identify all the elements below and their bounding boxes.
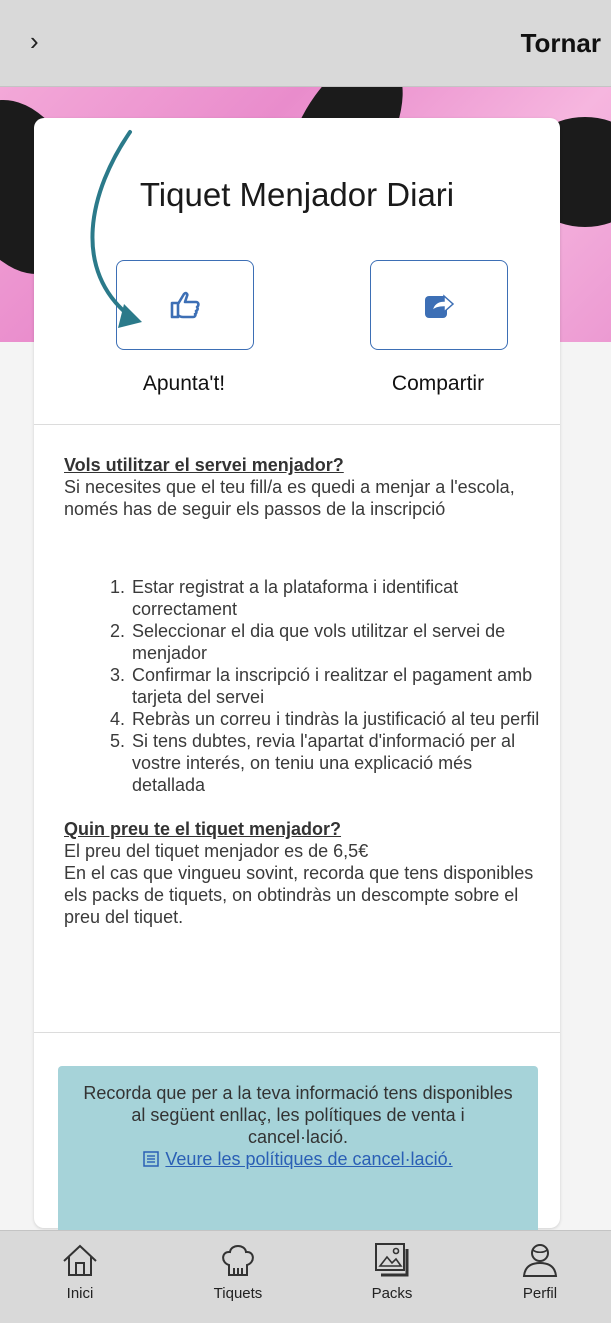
- info-section: Vols utilitzar el servei menjador? Si ne…: [64, 454, 544, 928]
- top-bar: › Tornar: [0, 0, 611, 87]
- notice-text: Recorda que per a la teva informació ten…: [83, 1083, 513, 1147]
- list-item: Estar registrat a la plataforma i identi…: [130, 576, 544, 620]
- divider: [34, 1032, 560, 1033]
- share-icon: [425, 294, 455, 318]
- question-heading: Vols utilitzar el servei menjador?: [64, 455, 344, 475]
- signup-button[interactable]: [116, 260, 254, 350]
- bottom-nav: Inici Tiquets Packs Perfil: [0, 1230, 611, 1323]
- nav-item-perfil[interactable]: Perfil: [480, 1241, 600, 1302]
- divider: [34, 424, 560, 425]
- price-text: El preu del tiquet menjador es de 6,5€: [64, 841, 369, 861]
- list-item: Seleccionar el dia que vols utilitzar el…: [130, 620, 544, 664]
- list-item: Rebràs un correu i tindràs la justificac…: [130, 708, 544, 730]
- home-icon: [63, 1244, 97, 1276]
- intro-paragraph: Si necesites que el teu fill/a es quedi …: [64, 477, 515, 519]
- product-card: Tiquet Menjador Diari Apunta't! Comparti…: [34, 118, 560, 1238]
- nav-item-tiquets[interactable]: Tiquets: [178, 1241, 298, 1302]
- page-title: Tiquet Menjador Diari: [139, 176, 455, 213]
- list-item: Si tens dubtes, revia l'apartat d'inform…: [130, 730, 544, 796]
- link-label: Veure les polítiques de cancel·lació.: [165, 1149, 453, 1169]
- document-icon: [143, 1151, 160, 1167]
- nav-label: Inici: [66, 1285, 94, 1302]
- share-label: Compartir: [391, 372, 485, 395]
- list-item: Confirmar la inscripció i realitzar el p…: [130, 664, 544, 708]
- image-gallery-icon: [375, 1243, 409, 1277]
- cancellation-notice: Recorda que per a la teva informació ten…: [58, 1066, 538, 1238]
- chef-hat-icon: [222, 1245, 254, 1276]
- nav-label: Packs: [371, 1285, 413, 1302]
- steps-list: Estar registrat a la plataforma i identi…: [64, 576, 544, 796]
- user-icon: [522, 1244, 558, 1277]
- back-button[interactable]: Tornar: [521, 28, 601, 59]
- signup-label: Apunta't!: [142, 372, 226, 395]
- chevron-right-icon[interactable]: ›: [30, 26, 39, 57]
- cancellation-policy-link[interactable]: Veure les polítiques de cancel·lació.: [143, 1148, 453, 1170]
- nav-item-inici[interactable]: Inici: [20, 1241, 140, 1302]
- nav-label: Tiquets: [213, 1285, 263, 1302]
- price-heading: Quin preu te el tiquet menjador?: [64, 819, 342, 839]
- share-button[interactable]: [370, 260, 508, 350]
- nav-item-packs[interactable]: Packs: [332, 1241, 452, 1302]
- nav-label: Perfil: [522, 1285, 558, 1302]
- packs-text: En el cas que vingueu sovint, recorda qu…: [64, 863, 534, 927]
- thumbs-up-icon: [170, 291, 200, 319]
